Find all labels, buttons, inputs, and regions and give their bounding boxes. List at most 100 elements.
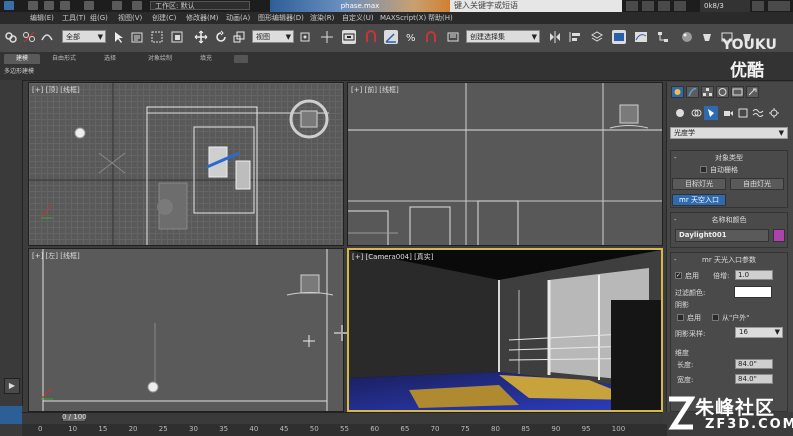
viewport-front-label[interactable]: [+] [前] [线框] bbox=[351, 85, 399, 95]
create-tab-icon[interactable] bbox=[671, 86, 684, 98]
viewport-front[interactable]: [+] [前] [线框] bbox=[347, 82, 663, 246]
render-setup-icon[interactable] bbox=[700, 30, 714, 44]
select-by-name-icon[interactable] bbox=[130, 30, 144, 44]
multiplier-spinner[interactable]: 1.0 bbox=[735, 270, 773, 280]
shapes-icon[interactable] bbox=[690, 107, 702, 119]
selection-filter-dropdown[interactable]: 全部 ▼ bbox=[62, 30, 106, 43]
ribbon-polygon-modeling-label[interactable]: 多边形建模 bbox=[4, 66, 34, 75]
helpers-icon[interactable] bbox=[737, 107, 749, 119]
viewport-left-label[interactable]: [+] [左] [线框] bbox=[32, 251, 80, 261]
ribbon-tab-freeform[interactable]: 自由形式 bbox=[52, 54, 76, 64]
ribbon-tab-object-paint[interactable]: 对象绘制 bbox=[148, 54, 172, 64]
target-light-button[interactable]: 目标灯光 bbox=[672, 178, 726, 190]
redo-icon[interactable] bbox=[112, 1, 122, 10]
menu-maxscript[interactable]: MAXScript(X) bbox=[380, 12, 426, 24]
from-outdoors-checkbox[interactable] bbox=[712, 314, 719, 321]
mirror-icon[interactable] bbox=[548, 30, 562, 44]
search-icon[interactable] bbox=[626, 1, 638, 11]
object-color-swatch[interactable] bbox=[773, 229, 785, 242]
move-icon[interactable] bbox=[194, 30, 208, 44]
help-icon[interactable] bbox=[752, 1, 764, 11]
motion-tab-icon[interactable] bbox=[716, 86, 729, 98]
open-file-icon[interactable] bbox=[44, 1, 54, 10]
undo-icon[interactable] bbox=[84, 1, 94, 10]
viewport-camera-label[interactable]: [+] [Camera004] [真实] bbox=[352, 252, 434, 262]
menu-rendering[interactable]: 渲染(R) bbox=[310, 12, 334, 24]
play-icon[interactable]: ▶ bbox=[4, 378, 20, 394]
menu-modifiers[interactable]: 修改器(M) bbox=[186, 12, 219, 24]
favorites-icon[interactable] bbox=[674, 1, 686, 11]
workspace-dropdown[interactable]: 工作区: 默认 bbox=[150, 1, 250, 10]
viewport-left[interactable]: [+] [左] [线框] bbox=[28, 248, 344, 412]
percent-snap-icon[interactable]: % bbox=[404, 30, 418, 44]
space-warps-icon[interactable] bbox=[752, 107, 764, 119]
utilities-tab-icon[interactable] bbox=[746, 86, 759, 98]
length-spinner[interactable]: 84.0" bbox=[735, 359, 773, 369]
curve-editor-icon[interactable] bbox=[634, 30, 648, 44]
ribbon-tab-selection[interactable]: 选择 bbox=[104, 54, 116, 64]
viewport-top-label[interactable]: [+] [顶] [线框] bbox=[32, 85, 80, 95]
window-controls[interactable] bbox=[768, 1, 790, 11]
select-manipulate-icon[interactable] bbox=[320, 30, 334, 44]
snaps-toggle-icon[interactable] bbox=[364, 30, 378, 44]
name-color-header[interactable]: - 名称和颜色 bbox=[671, 215, 787, 225]
save-file-icon[interactable] bbox=[60, 1, 70, 10]
menu-animation[interactable]: 动画(A) bbox=[226, 12, 250, 24]
menu-tools[interactable]: 工具(T) bbox=[62, 12, 86, 24]
link-icon[interactable] bbox=[4, 30, 18, 44]
material-editor-icon[interactable] bbox=[680, 30, 694, 44]
ribbon-tab-populate[interactable]: 填充 bbox=[200, 54, 212, 64]
pivot-center-icon[interactable] bbox=[298, 30, 312, 44]
grid-toggle-icon[interactable] bbox=[0, 424, 22, 436]
width-spinner[interactable]: 84.0" bbox=[735, 374, 773, 384]
shadow-samples-dropdown[interactable]: 16 ▼ bbox=[735, 327, 783, 338]
communication-icon[interactable] bbox=[658, 1, 670, 11]
object-name-input[interactable]: Daylight001 bbox=[675, 229, 769, 242]
free-light-button[interactable]: 自由灯光 bbox=[730, 178, 784, 190]
menu-graph-editors[interactable]: 图形编辑器(D) bbox=[258, 12, 304, 24]
rectangular-selection-icon[interactable] bbox=[150, 30, 164, 44]
viewport-camera[interactable]: [+] [Camera004] [真实] bbox=[347, 248, 663, 412]
menu-customize[interactable]: 自定义(U) bbox=[342, 12, 374, 24]
scale-icon[interactable] bbox=[232, 30, 246, 44]
select-object-icon[interactable] bbox=[112, 30, 126, 44]
unlink-icon[interactable] bbox=[22, 30, 36, 44]
ribbon-options-icon[interactable] bbox=[234, 55, 248, 63]
graphite-modeling-tools-icon[interactable] bbox=[612, 30, 626, 44]
layer-manager-icon[interactable] bbox=[590, 30, 604, 44]
filter-color-swatch[interactable] bbox=[734, 286, 772, 298]
object-type-header[interactable]: - 对象类型 bbox=[671, 153, 787, 163]
shadow-on-checkbox[interactable] bbox=[677, 314, 684, 321]
menu-group[interactable]: 组(G) bbox=[90, 12, 108, 24]
app-icon[interactable] bbox=[4, 1, 14, 10]
window-crossing-icon[interactable] bbox=[170, 30, 184, 44]
project-folder-icon[interactable] bbox=[132, 1, 142, 10]
menu-views[interactable]: 视图(V) bbox=[118, 12, 142, 24]
reference-coordinate-dropdown[interactable]: 视图 ▼ bbox=[252, 30, 294, 43]
modify-tab-icon[interactable] bbox=[686, 86, 699, 98]
sky-portal-on-checkbox[interactable]: ✓ bbox=[675, 272, 682, 279]
edit-named-selection-icon[interactable] bbox=[446, 30, 460, 44]
angle-snap-icon[interactable] bbox=[384, 30, 398, 44]
subscription-icon[interactable] bbox=[642, 1, 654, 11]
menu-edit[interactable]: 编辑(E) bbox=[30, 12, 54, 24]
mr-sky-portal-button[interactable]: mr 天空入口 bbox=[672, 194, 726, 206]
named-selection-dropdown[interactable]: 创建选择集 ▼ bbox=[466, 30, 540, 43]
sky-portal-params-header[interactable]: - mr 天光入口参数 bbox=[671, 255, 787, 265]
spinner-snap-icon[interactable] bbox=[424, 30, 438, 44]
schematic-view-icon[interactable] bbox=[656, 30, 670, 44]
display-tab-icon[interactable] bbox=[731, 86, 744, 98]
align-icon[interactable] bbox=[568, 30, 582, 44]
search-input[interactable]: 键入关键字或短语 bbox=[450, 0, 622, 12]
geometry-icon[interactable] bbox=[674, 107, 686, 119]
hierarchy-tab-icon[interactable] bbox=[701, 86, 714, 98]
systems-icon[interactable] bbox=[768, 107, 780, 119]
bind-space-warp-icon[interactable] bbox=[40, 30, 54, 44]
viewport-top[interactable]: [+] [顶] [线框] bbox=[28, 82, 344, 246]
new-file-icon[interactable] bbox=[28, 1, 38, 10]
rotate-icon[interactable] bbox=[214, 30, 228, 44]
user-account[interactable]: 0k8/3 bbox=[700, 0, 750, 12]
menu-create[interactable]: 创建(C) bbox=[152, 12, 176, 24]
ribbon-tab-modeling[interactable]: 建模 bbox=[4, 54, 40, 64]
lights-icon[interactable] bbox=[704, 106, 718, 120]
